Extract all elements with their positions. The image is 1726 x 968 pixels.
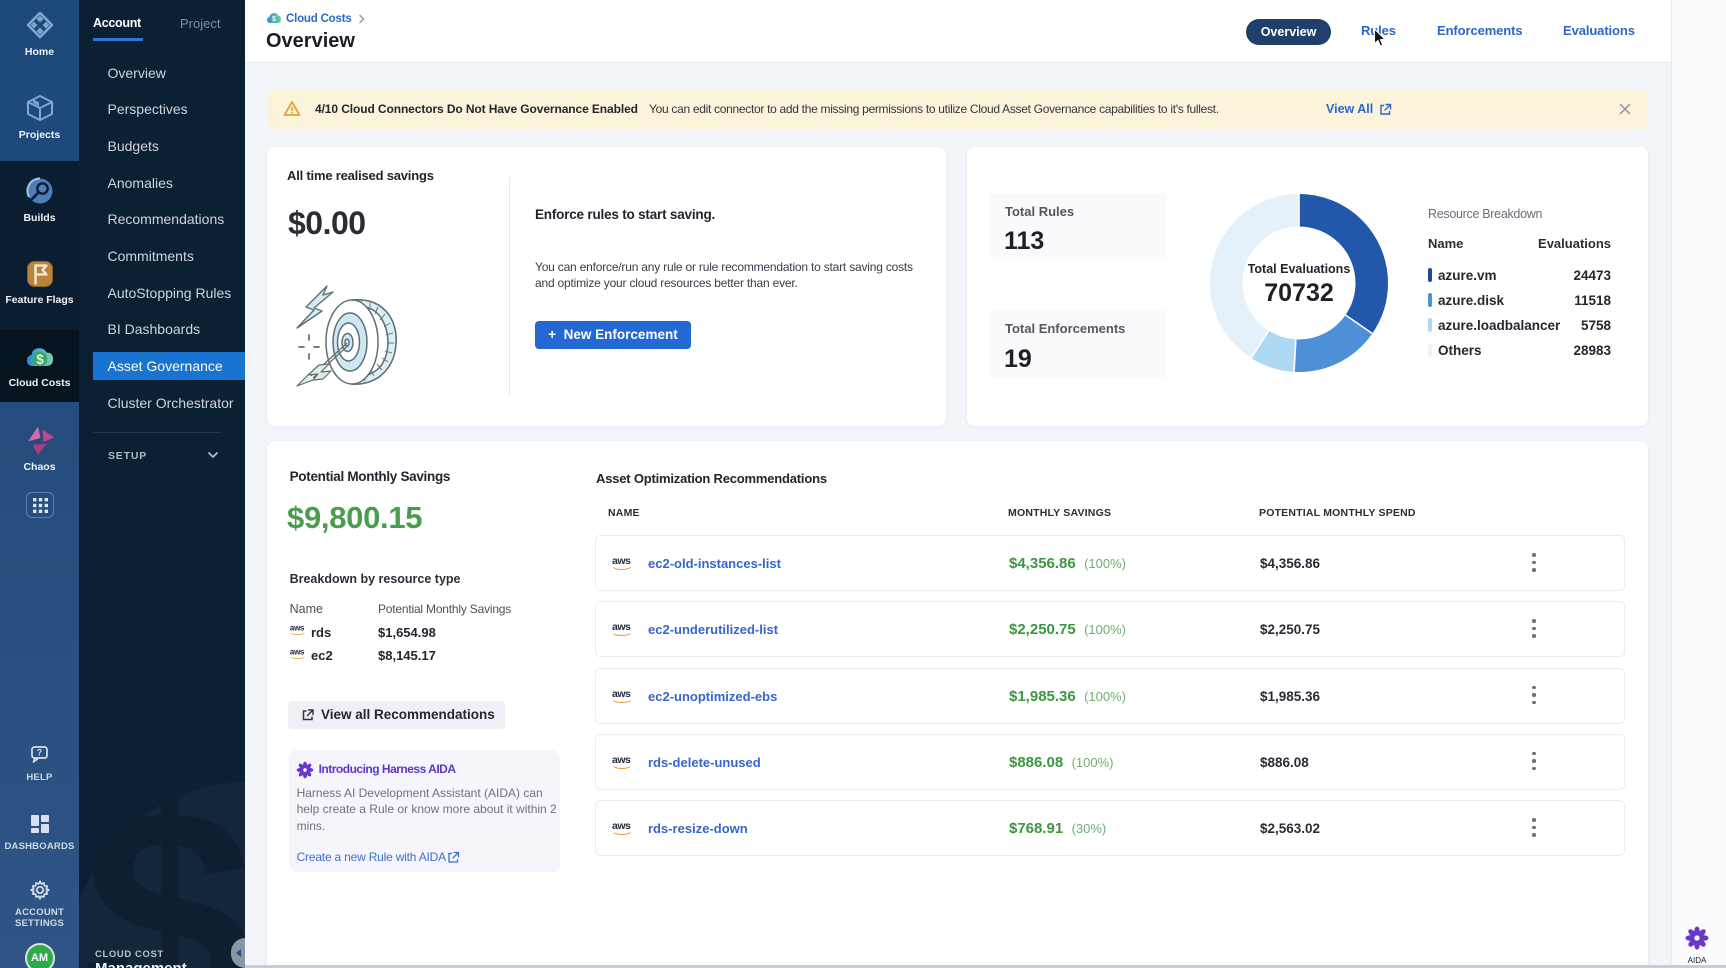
svg-text:?: ? — [36, 748, 42, 758]
svg-text:$: $ — [36, 352, 44, 367]
